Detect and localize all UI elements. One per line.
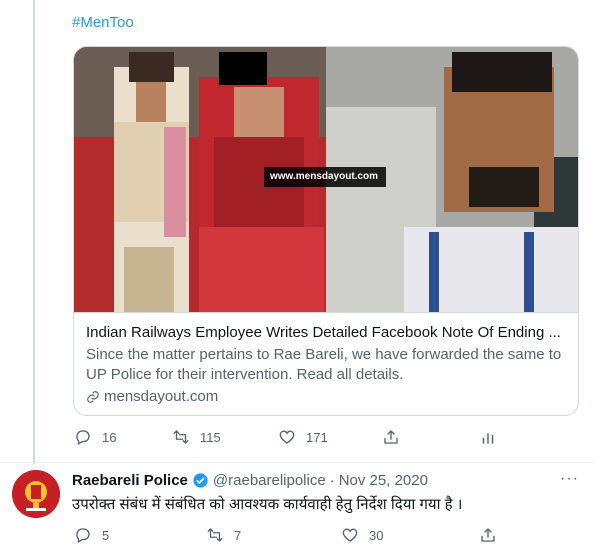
share-button-2[interactable] xyxy=(479,526,497,544)
retweet-icon xyxy=(207,528,223,542)
reply-button-2[interactable]: 5 xyxy=(74,526,109,544)
more-icon[interactable]: ··· xyxy=(560,470,579,488)
reply-count: 16 xyxy=(102,429,117,445)
verified-badge-icon xyxy=(193,473,208,488)
retweet-count-2: 7 xyxy=(234,527,242,543)
analytics-icon xyxy=(482,433,494,444)
retweet-count: 115 xyxy=(200,429,221,445)
analytics-button[interactable] xyxy=(479,428,497,446)
like-icon xyxy=(342,528,358,542)
tweet-divider xyxy=(0,462,595,463)
share-icon xyxy=(384,430,398,444)
card-domain: mensdayout.com xyxy=(86,387,568,407)
reply-button[interactable]: 16 xyxy=(74,428,116,446)
reply-icon xyxy=(76,528,90,543)
tweet-date[interactable]: Nov 25, 2020 xyxy=(339,472,428,489)
reply-icon xyxy=(76,430,90,445)
author-name[interactable]: Raebareli Police xyxy=(72,472,188,489)
hashtag-link[interactable]: #MenToo xyxy=(72,14,134,31)
author-handle[interactable]: @raebarelipolice xyxy=(213,472,326,489)
card-text-block: Indian Railways Employee Writes Detailed… xyxy=(74,312,578,415)
card-description: Since the matter pertains to Rae Bareli,… xyxy=(86,346,562,383)
tweet-text: उपरोक्त संबंध में संबंधित को आवश्यक कार्… xyxy=(72,496,463,513)
share-icon xyxy=(481,528,495,542)
like-icon xyxy=(279,430,295,444)
retweet-icon xyxy=(173,430,189,444)
thread-connector-line xyxy=(33,0,35,464)
separator-dot: · xyxy=(329,472,335,489)
reply-count-2: 5 xyxy=(102,527,110,543)
link-preview-card[interactable]: www.mensdayout.com Indian Railways Emplo… xyxy=(73,46,579,416)
card-image: www.mensdayout.com xyxy=(74,47,578,312)
card-domain-text: mensdayout.com xyxy=(104,388,219,405)
image-watermark: www.mensdayout.com xyxy=(270,171,378,182)
card-title: Indian Railways Employee Writes Detailed… xyxy=(86,324,561,341)
like-button[interactable]: 171 xyxy=(278,428,328,446)
avatar[interactable] xyxy=(12,470,60,518)
like-count-2: 30 xyxy=(369,527,384,543)
share-button[interactable] xyxy=(382,428,400,446)
like-count: 171 xyxy=(306,429,328,445)
like-button-2[interactable]: 30 xyxy=(341,526,383,544)
link-icon xyxy=(87,391,99,403)
retweet-button-2[interactable]: 7 xyxy=(206,526,241,544)
tweet-header: Raebareli Police @raebarelipolice · Nov … xyxy=(72,472,428,489)
retweet-button[interactable]: 115 xyxy=(172,428,221,446)
